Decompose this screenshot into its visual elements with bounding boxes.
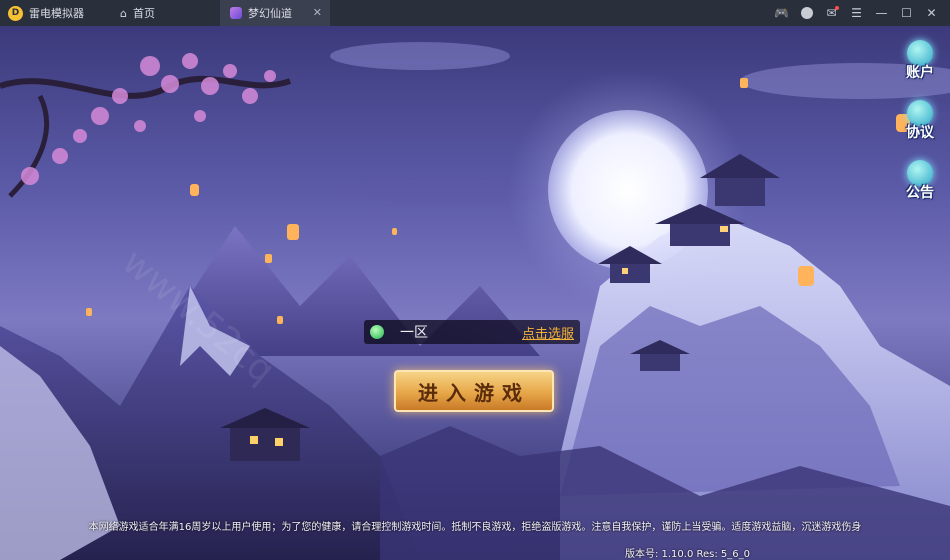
tab-home-label: 首页 — [132, 7, 155, 20]
mail-icon[interactable]: ✉ — [819, 0, 844, 26]
avatar-icon[interactable] — [794, 0, 819, 26]
minimize-icon[interactable]: — — [869, 0, 894, 26]
game-icon — [230, 7, 242, 19]
close-icon[interactable]: ✕ — [919, 0, 944, 26]
app-brand: D 雷电模拟器 — [0, 0, 110, 26]
server-name: 一区 — [400, 325, 428, 341]
title-bar: D 雷电模拟器 ⌂ 首页 梦幻仙道 ✕ 🎮 ✉ ☰ — ☐ ✕ — [0, 0, 950, 26]
sidebar-item-announcement[interactable]: 公告 — [898, 160, 942, 202]
enter-game-button[interactable]: 进入游戏 — [394, 370, 554, 412]
app-name: 雷电模拟器 — [29, 7, 84, 20]
tab-game[interactable]: 梦幻仙道 ✕ — [220, 0, 330, 26]
server-selector[interactable]: 一区 点击选服 — [364, 320, 580, 344]
sidebar-item-label: 账户 — [906, 65, 934, 81]
gamepad-icon[interactable]: 🎮 — [769, 0, 794, 26]
sidebar-item-label: 协议 — [906, 125, 934, 141]
version-info: 版本号: 1.10.0 Res: 5_6_0 — [624, 549, 750, 560]
window-tools: 🎮 ✉ ☰ — ☐ ✕ — [769, 0, 950, 26]
cherry-blossoms — [21, 53, 276, 185]
tab-home[interactable]: ⌂ 首页 — [110, 0, 220, 26]
game-background: www.52cq — [0, 42, 950, 560]
app-logo-icon: D — [8, 5, 23, 21]
select-server-link[interactable]: 点击选服 — [522, 323, 574, 342]
server-status-icon — [370, 325, 384, 339]
menu-icon[interactable]: ☰ — [844, 0, 869, 26]
home-icon: ⌂ — [120, 6, 127, 20]
cloud — [330, 42, 510, 70]
emulator-window: D 雷电模拟器 ⌂ 首页 梦幻仙道 ✕ 🎮 ✉ ☰ — ☐ ✕ www.52cq… — [0, 0, 950, 560]
tab-close-icon[interactable]: ✕ — [313, 6, 322, 19]
maximize-icon[interactable]: ☐ — [894, 0, 919, 26]
tab-game-label: 梦幻仙道 — [248, 7, 292, 20]
sidebar-item-agreement[interactable]: 协议 — [898, 100, 942, 142]
sidebar-item-label: 公告 — [906, 185, 934, 201]
sidebar-item-account[interactable]: 账户 — [898, 40, 942, 82]
health-notice: 本网络游戏适合年满16周岁以上用户使用；为了您的健康，请合理控制游戏时间。抵制不… — [88, 522, 862, 533]
game-viewport[interactable]: www.52cq 账户 协议 公告 一区 点击选服 进入游戏 本网络游戏适合年满… — [0, 26, 950, 560]
